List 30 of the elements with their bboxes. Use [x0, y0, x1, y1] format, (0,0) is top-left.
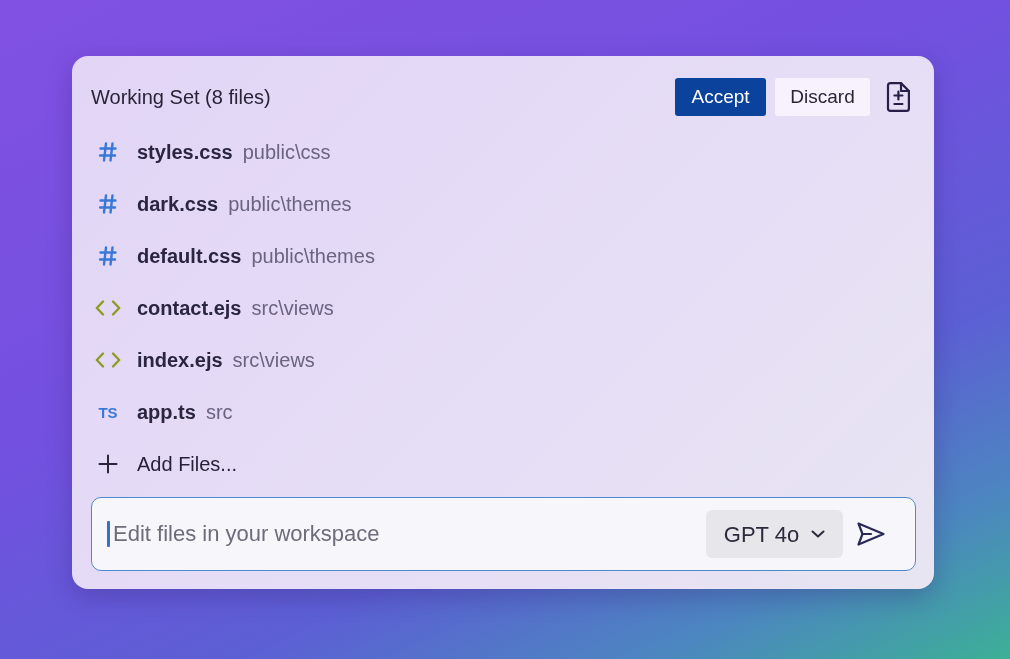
file-path: public\css — [242, 140, 331, 165]
hash-icon — [99, 194, 117, 214]
add-files-button[interactable]: Add Files... — [95, 449, 238, 479]
ts-file-icon: TS — [98, 404, 118, 420]
file-path: src\views — [251, 296, 334, 321]
chat-input-field[interactable]: Edit files in your workspace GPT 4o — [91, 497, 916, 571]
code-brackets-icon — [95, 352, 121, 368]
file-name[interactable]: contact.ejs — [137, 293, 242, 323]
accept-button[interactable]: Accept — [675, 78, 766, 116]
text-cursor-icon — [107, 521, 110, 547]
file-name[interactable]: styles.css — [137, 137, 233, 167]
chevron-down-icon — [811, 530, 826, 538]
discard-button[interactable]: Discard — [775, 78, 870, 116]
code-brackets-icon — [95, 300, 121, 316]
file-path: public\themes — [251, 244, 375, 269]
file-path: src\views — [232, 348, 315, 373]
file-path: public\themes — [228, 192, 352, 217]
message-input[interactable]: Edit files in your workspace — [113, 514, 706, 554]
send-icon[interactable] — [857, 522, 885, 546]
hash-icon — [99, 142, 117, 162]
hash-icon — [99, 246, 117, 266]
plus-icon — [98, 454, 118, 474]
file-path: src — [205, 400, 233, 425]
model-dropdown[interactable]: GPT 4o — [706, 510, 843, 558]
file-name[interactable]: app.ts — [137, 397, 196, 427]
file-name[interactable]: default.css — [137, 241, 242, 271]
file-name[interactable]: index.ejs — [137, 345, 223, 375]
file-name[interactable]: dark.css — [137, 189, 219, 219]
panel-title: Working Set (8 files) — [91, 87, 271, 107]
file-diff-icon[interactable] — [886, 82, 910, 112]
